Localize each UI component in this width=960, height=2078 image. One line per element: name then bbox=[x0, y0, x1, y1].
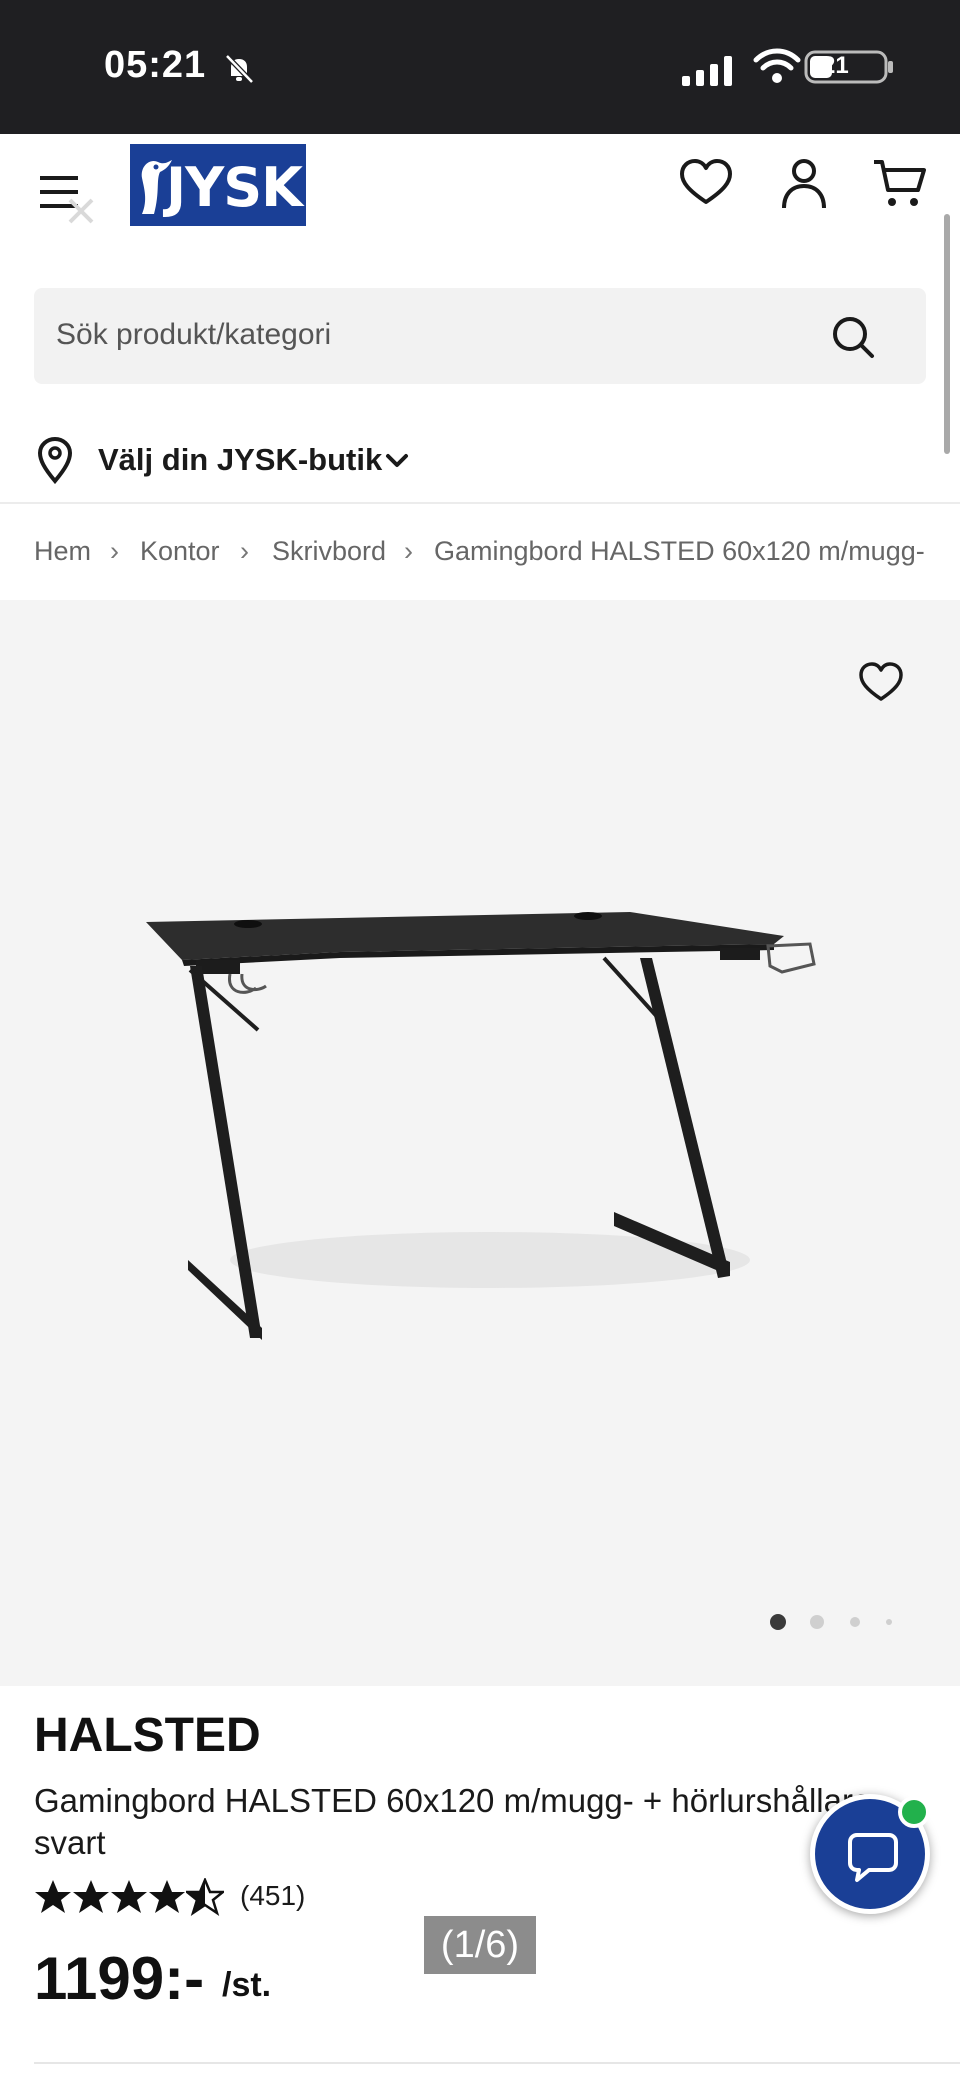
search-icon[interactable] bbox=[826, 310, 880, 364]
star-icon bbox=[35, 1880, 71, 1913]
store-selector[interactable]: Välj din JYSK-butik bbox=[34, 430, 454, 490]
breadcrumb-item-kontor[interactable]: Kontor bbox=[140, 536, 220, 567]
pagination-dot[interactable] bbox=[810, 1615, 824, 1629]
product-image bbox=[146, 912, 816, 1340]
breadcrumb-separator: › bbox=[404, 536, 413, 566]
star-half-icon bbox=[186, 1878, 224, 1916]
breadcrumb-item-current: Gamingbord HALSTED 60x120 m/mugg- bbox=[434, 536, 925, 566]
price-unit: /st. bbox=[222, 1966, 272, 2004]
product-title: Gamingbord HALSTED 60x120 m/mugg- + hörl… bbox=[34, 1782, 872, 1861]
wifi-icon bbox=[753, 48, 801, 83]
status-time: 05:21 bbox=[104, 44, 207, 86]
scrollbar[interactable] bbox=[944, 214, 950, 454]
star-icon bbox=[111, 1880, 147, 1913]
product-price: 1199:- bbox=[34, 1945, 205, 2012]
menu-icon[interactable] bbox=[38, 164, 94, 224]
rating-count: (451) bbox=[240, 1880, 306, 1911]
location-pin-icon bbox=[37, 436, 73, 484]
search-placeholder: Sök produkt/kategori bbox=[56, 318, 332, 351]
breadcrumb-item-home[interactable]: Hem bbox=[34, 536, 91, 567]
pagination-dot[interactable] bbox=[886, 1619, 892, 1625]
store-selector-label: Välj din JYSK-butik bbox=[98, 442, 383, 477]
breadcrumb-item-skrivbord[interactable]: Skrivbord bbox=[272, 536, 386, 567]
product-gallery[interactable] bbox=[0, 600, 960, 1686]
divider bbox=[34, 2062, 960, 2064]
breadcrumb-separator: › bbox=[110, 536, 119, 566]
pagination-dot[interactable] bbox=[850, 1617, 860, 1627]
chevron-down-icon bbox=[386, 454, 408, 467]
account-icon[interactable] bbox=[776, 156, 832, 212]
site-header: JYSK bbox=[0, 134, 960, 284]
heart-icon[interactable] bbox=[678, 156, 734, 212]
product-brand: HALSTED bbox=[34, 1709, 261, 1762]
divider bbox=[0, 502, 960, 504]
star-icon bbox=[149, 1880, 185, 1913]
pagination-dot-active[interactable] bbox=[770, 1614, 786, 1630]
status-bar: 05:21 21 bbox=[0, 0, 960, 134]
online-status-indicator bbox=[898, 1796, 930, 1828]
signal-icon bbox=[682, 56, 732, 86]
page-indicator: (1/6) bbox=[424, 1916, 536, 1974]
gallery-pagination[interactable] bbox=[770, 1612, 900, 1632]
product-rating[interactable]: (451) bbox=[34, 1876, 364, 1920]
chat-icon bbox=[848, 1833, 898, 1882]
breadcrumb-separator: › bbox=[240, 536, 249, 566]
cart-icon[interactable] bbox=[872, 156, 928, 212]
jysk-logo[interactable]: JYSK bbox=[130, 144, 306, 226]
heart-icon[interactable] bbox=[858, 660, 904, 706]
logo-text: JYSK bbox=[166, 156, 303, 219]
mute-bell-icon bbox=[225, 54, 254, 84]
star-icon bbox=[73, 1880, 109, 1913]
battery-level: 21 bbox=[822, 52, 849, 79]
search-input[interactable]: Sök produkt/kategori bbox=[34, 288, 926, 384]
